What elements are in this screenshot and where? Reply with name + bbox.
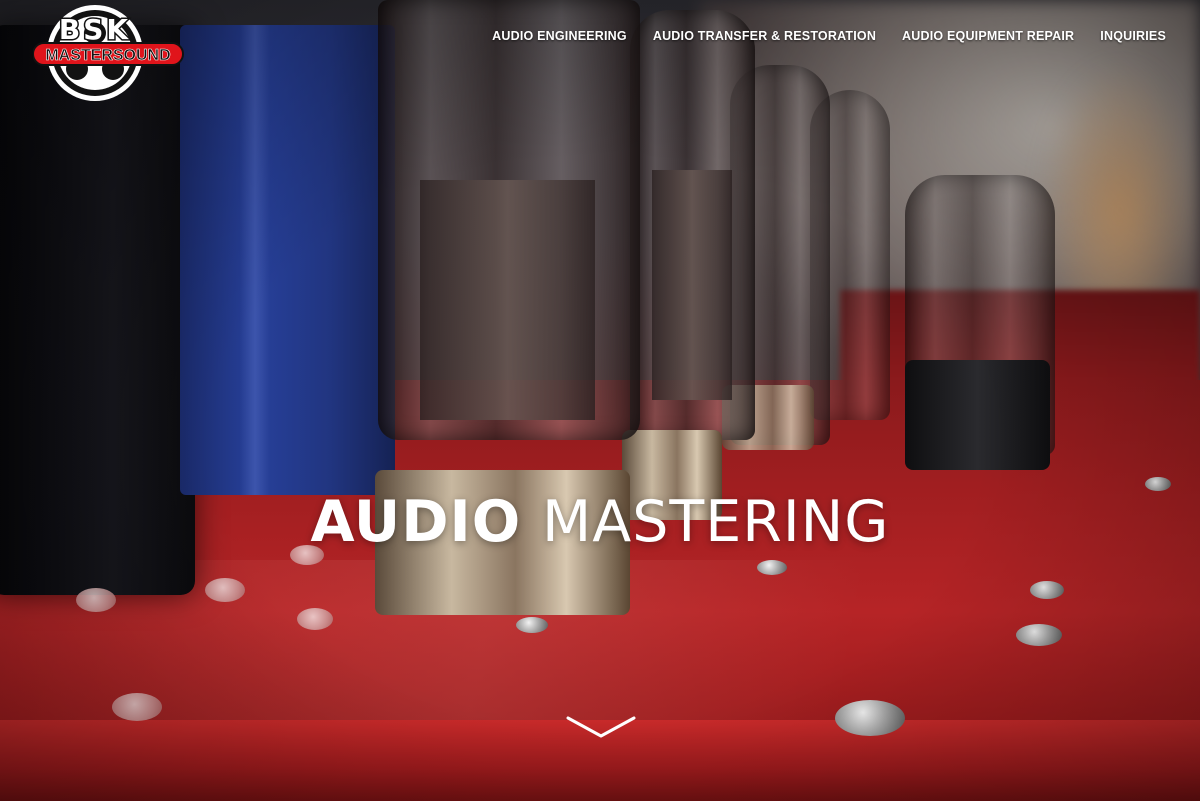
photo-vignette [0, 0, 1200, 801]
hero-title-bold: AUDIO [310, 489, 522, 555]
nav-audio-engineering[interactable]: AUDIO ENGINEERING [492, 29, 627, 43]
logo-graphic: BSK MASTERSOUND [32, 5, 184, 101]
logo-top-text: BSK [59, 13, 131, 46]
main-nav: AUDIO ENGINEERING AUDIO TRANSFER & RESTO… [492, 29, 1166, 43]
hero-background [0, 0, 1200, 801]
nav-inquiries[interactable]: INQUIRIES [1100, 29, 1166, 43]
hero-title: AUDIO MASTERING [0, 490, 1200, 554]
hero-title-light: MASTERING [542, 489, 890, 555]
logo-band-text: MASTERSOUND [45, 47, 170, 64]
chevron-down-icon [566, 716, 636, 738]
scroll-down-button[interactable] [565, 712, 637, 744]
nav-audio-transfer-restoration[interactable]: AUDIO TRANSFER & RESTORATION [653, 29, 876, 43]
site-logo[interactable]: BSK MASTERSOUND [32, 3, 185, 103]
nav-audio-equipment-repair[interactable]: AUDIO EQUIPMENT REPAIR [902, 29, 1074, 43]
